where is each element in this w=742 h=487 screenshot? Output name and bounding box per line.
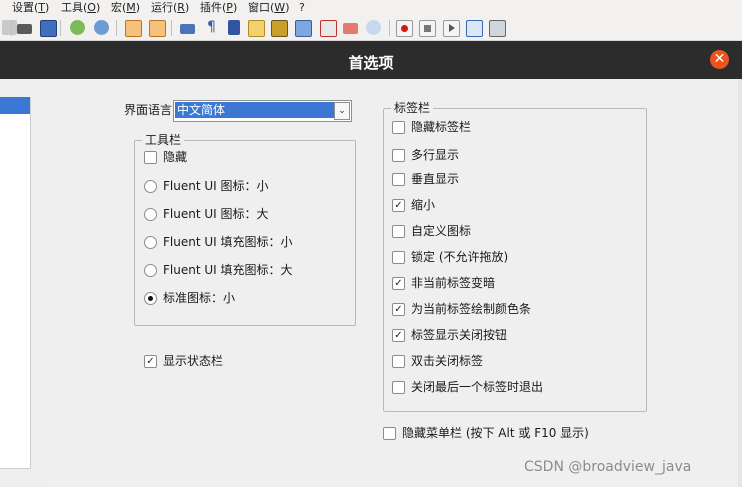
tabbar-checkbox[interactable] [392, 225, 405, 238]
toolbar-group-legend: 工具栏 [142, 133, 185, 147]
save-macro-icon[interactable] [489, 20, 506, 37]
close-icon[interactable]: ✕ [710, 50, 729, 69]
radio-label: Fluent UI 图标：大 [163, 207, 269, 221]
doc-map-icon[interactable] [271, 20, 288, 37]
tabbar-checkbox[interactable]: ✓ [392, 199, 405, 212]
stop-macro-icon[interactable] [419, 20, 436, 37]
tabbar-option-label: 隐藏标签栏 [411, 120, 472, 134]
side-list-selected-item[interactable] [0, 97, 30, 114]
menubar: 设置(T) 工具(O) 宏(M) 运行(R) 插件(P) 窗口(W) ? [0, 0, 742, 16]
radio-standard-small[interactable] [144, 292, 157, 305]
tabbar-checkbox[interactable]: ✓ [392, 329, 405, 342]
radio-fluent-large[interactable] [144, 208, 157, 221]
tabbar-checkbox[interactable]: ✓ [392, 277, 405, 290]
toolbar-separator [389, 20, 390, 36]
tabbar-group-legend: 标签栏 [391, 101, 434, 115]
word-wrap-icon[interactable] [180, 24, 195, 34]
toolbar-hide-label: 隐藏 [163, 150, 188, 164]
toolbar-separator [171, 20, 172, 36]
record-macro-icon[interactable] [396, 20, 413, 37]
language-select[interactable]: 中文简体 ⌄ [173, 100, 352, 122]
language-label: 界面语言 [124, 103, 173, 117]
print-icon[interactable] [17, 24, 32, 34]
tabbar-checkbox[interactable] [392, 251, 405, 264]
menu-tools[interactable]: 工具(O) [61, 1, 100, 15]
zoom-in-icon[interactable] [70, 20, 85, 35]
folder-workspace-icon[interactable] [343, 23, 358, 34]
dialog-titlebar: 首选项 [0, 41, 742, 79]
monitoring-icon[interactable] [366, 20, 381, 35]
radio-fluent-small[interactable] [144, 180, 157, 193]
function-list-icon[interactable] [320, 20, 337, 37]
menu-help[interactable]: ? [299, 1, 305, 15]
toolbar-separator [60, 20, 61, 36]
tabbar-checkbox[interactable] [392, 149, 405, 162]
menu-run[interactable]: 运行(R) [151, 1, 189, 15]
toolbar-separator [116, 20, 117, 36]
show-all-chars-icon[interactable]: ¶ [204, 20, 219, 35]
indent-guide-icon[interactable] [228, 20, 240, 35]
tabbar-checkbox[interactable] [392, 173, 405, 186]
radio-label: Fluent UI 填充图标：大 [163, 263, 293, 277]
menu-window[interactable]: 窗口(W) [248, 1, 289, 15]
toolbar-separator [11, 20, 12, 36]
zoom-out-icon[interactable] [94, 20, 109, 35]
sync-vertical-icon[interactable] [125, 20, 142, 37]
statusbar-checkbox[interactable]: ✓ [144, 355, 157, 368]
tabbar-checkbox[interactable] [392, 355, 405, 368]
user-language-icon[interactable] [248, 20, 265, 37]
radio-fluent-filled-small[interactable] [144, 236, 157, 249]
language-select-value: 中文简体 [175, 102, 334, 118]
tabbar-option-label: 非当前标签变暗 [411, 276, 496, 290]
tabbar-option-label: 自定义图标 [411, 224, 472, 238]
find-replace-icon[interactable] [40, 20, 57, 37]
tabbar-option-label: 垂直显示 [411, 172, 460, 186]
menu-plugins[interactable]: 插件(P) [200, 1, 237, 15]
menu-settings[interactable]: 设置(T) [12, 1, 49, 15]
tabbar-option-label: 多行显示 [411, 148, 460, 162]
run-macro-multiple-icon[interactable] [466, 20, 483, 37]
radio-label: Fluent UI 填充图标：小 [163, 235, 293, 249]
tabbar-option-label: 缩小 [411, 198, 436, 212]
window-edge [738, 79, 742, 487]
tabbar-checkbox[interactable] [392, 381, 405, 394]
tabbar-option-label: 锁定 (不允许拖放) [411, 250, 509, 264]
toolbar-edge-icon[interactable] [2, 20, 17, 35]
sync-horizontal-icon[interactable] [149, 20, 166, 37]
play-macro-icon[interactable] [443, 20, 460, 37]
tabbar-option-label: 关闭最后一个标签时退出 [411, 380, 544, 394]
hide-menubar-label: 隐藏菜单栏 (按下 Alt 或 F10 显示) [402, 426, 589, 440]
tabbar-option-label: 为当前标签绘制颜色条 [411, 302, 532, 316]
side-list-panel[interactable] [0, 97, 31, 469]
chevron-down-icon[interactable]: ⌄ [334, 102, 350, 120]
tabbar-checkbox[interactable]: ✓ [392, 303, 405, 316]
tabbar-checkbox[interactable] [392, 121, 405, 134]
tabbar-option-label: 标签显示关闭按钮 [411, 328, 508, 342]
hide-menubar-checkbox[interactable] [383, 427, 396, 440]
doc-list-icon[interactable] [295, 20, 312, 37]
radio-fluent-filled-large[interactable] [144, 264, 157, 277]
menu-macro[interactable]: 宏(M) [111, 1, 140, 15]
toolbar-hide-checkbox[interactable] [144, 151, 157, 164]
toolbar: ¶ [0, 16, 742, 41]
watermark: CSDN @broadview_java [524, 459, 692, 475]
tabbar-option-label: 双击关闭标签 [411, 354, 484, 368]
statusbar-label: 显示状态栏 [163, 354, 224, 368]
radio-label: 标准图标：小 [163, 291, 236, 305]
radio-label: Fluent UI 图标：小 [163, 179, 269, 193]
dialog-title: 首选项 [348, 54, 394, 72]
